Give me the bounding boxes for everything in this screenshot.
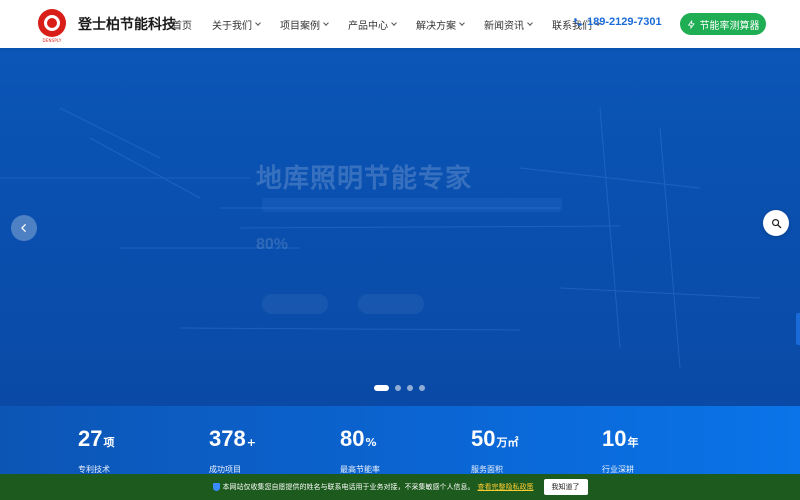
stat-item: 27项 专利技术 [78, 426, 115, 474]
chevron-down-icon [255, 20, 261, 26]
nav-item-products[interactable]: 产品中心 [348, 17, 397, 32]
carousel-dot[interactable] [419, 385, 425, 391]
stat-unit: % [365, 436, 377, 449]
chevron-down-icon [527, 20, 533, 26]
site-header: DENSPLY 登士柏节能科技 首页 关于我们 项目案例 产品中心 解决方案 新… [0, 0, 800, 48]
stat-unit: + [246, 436, 256, 449]
hero-button-secondary[interactable] [358, 294, 424, 314]
stat-value: 27 [78, 426, 103, 451]
carousel-dot[interactable] [395, 385, 401, 391]
brand-name[interactable]: 登士柏节能科技 [78, 14, 176, 34]
nav-item-cases[interactable]: 项目案例 [280, 17, 329, 32]
stat-unit: 项 [103, 436, 115, 449]
hero-stat: 80% [256, 236, 289, 253]
search-button[interactable] [763, 210, 789, 236]
carousel-dot[interactable] [374, 385, 389, 391]
nav-item-solutions[interactable]: 解决方案 [416, 17, 465, 32]
stat-value: 10 [602, 426, 627, 451]
lightning-icon [687, 19, 695, 29]
acknowledge-button[interactable]: 我知道了 [543, 479, 588, 495]
stat-unit: 万㎡ [496, 436, 519, 449]
stat-value: 80 [340, 426, 365, 451]
chevron-down-icon [323, 20, 329, 26]
chevron-down-icon [459, 20, 465, 26]
chevron-left-icon [21, 224, 26, 232]
privacy-notice-text: 本网站仅收集您自愿提供的姓名与联系电话用于业务对接，不采集敏感个人信息。 [222, 483, 475, 491]
stat-item: 50万㎡ 服务面积 [471, 426, 519, 474]
hero-background-pattern [0, 107, 761, 369]
nav-item-news[interactable]: 新闻资讯 [484, 17, 533, 32]
nav-item-about[interactable]: 关于我们 [212, 17, 261, 32]
phone-icon [574, 18, 582, 26]
hero-carousel: 地库照明节能专家 80% [0, 48, 800, 406]
phone-number[interactable]: 189-2129-7301 [573, 16, 662, 28]
privacy-notice-bar: 本网站仅收集您自愿提供的姓名与联系电话用于业务对接，不采集敏感个人信息。 查看完… [0, 474, 800, 500]
carousel-dots [374, 385, 425, 391]
stat-item: 80% 最高节能率 [340, 426, 380, 474]
stat-value: 378 [209, 426, 246, 451]
hero-button-primary[interactable] [262, 294, 328, 314]
stat-unit: 年 [627, 436, 639, 449]
hero-title: 地库照明节能专家 [256, 164, 473, 194]
carousel-dot[interactable] [407, 385, 413, 391]
stat-item: 10年 行业深耕 [602, 426, 639, 474]
privacy-policy-link[interactable]: 查看完整隐私政策 [478, 482, 534, 492]
stat-item: 378+ 成功项目 [209, 426, 256, 474]
nav-item-home[interactable]: 首页 [172, 17, 192, 32]
logo-sub-text: DENSPLY [42, 38, 62, 43]
shield-icon [212, 483, 220, 491]
privacy-notice-message: 本网站仅收集您自愿提供的姓名与联系电话用于业务对接，不采集敏感个人信息。 查看完… [212, 482, 534, 492]
hero-description [262, 198, 562, 212]
stat-value: 50 [471, 426, 496, 451]
side-float-tab[interactable] [796, 313, 800, 345]
carousel-prev-button[interactable] [11, 215, 37, 241]
energy-calculator-button[interactable]: 节能率测算器 [680, 13, 766, 35]
search-icon [771, 218, 781, 228]
chevron-down-icon [391, 20, 397, 26]
logo-icon[interactable]: DENSPLY [38, 9, 66, 43]
main-nav: 首页 关于我们 项目案例 产品中心 解决方案 新闻资讯 联系我们 [172, 0, 620, 48]
